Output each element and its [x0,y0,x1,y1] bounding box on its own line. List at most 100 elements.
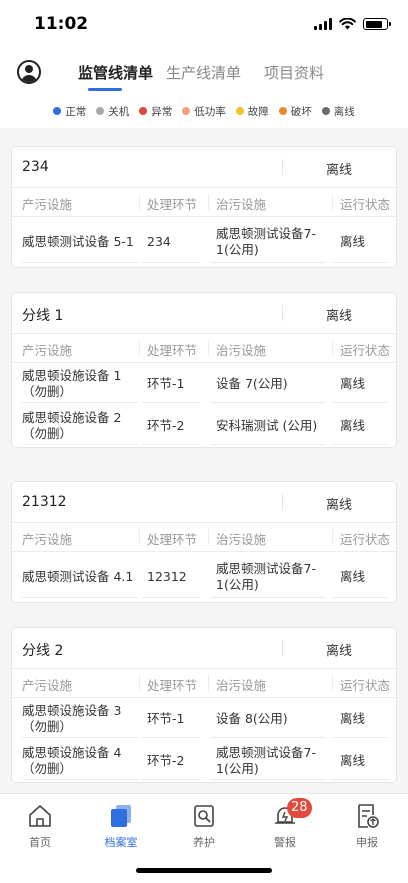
cell-stage: 234 [142,221,200,263]
divider [332,529,333,545]
divider [332,340,333,356]
cell-treatment: 安科瑞测试 (公用) [210,407,326,445]
report-icon [358,804,379,828]
table-row[interactable]: 威思顿设施设备 1（勿删） 环节-1 设备 7(公用) 离线 [12,363,396,405]
header: 监管线清单 生产线清单 项目资料 [0,50,408,94]
table-row[interactable]: 威思顿设施设备 3（勿删） 环节-1 设备 8(公用) 离线 [12,698,396,740]
line-card[interactable]: 分线 1 离线 产污设施 处理环节 治污设施 运行状态 威思顿设施设备 1（勿删… [11,292,397,448]
divider [332,675,333,691]
tabbar-item-report[interactable]: 申报 [337,802,397,850]
cell-stage: 环节-2 [142,407,200,445]
status-icons [314,18,391,30]
tabbar-label: 养护 [193,836,215,849]
legend-label: 离线 [333,105,355,118]
card-title: 21312 [22,494,67,510]
divider [208,675,209,691]
column-header-facility: 产污设施 [22,532,73,547]
cell-facility: 威思顿设施设备 1（勿删） [22,365,138,403]
tabbar-label: 档案室 [104,836,138,849]
legend-dot [182,107,191,115]
divider [282,494,283,510]
cell-state: 离线 [332,221,388,263]
divider [208,529,209,545]
column-headers: 产污设施 处理环节 治污设施 运行状态 [12,188,396,217]
line-card[interactable]: 21312 离线 产污设施 处理环节 治污设施 运行状态 威思顿测试设备 4.1… [11,481,397,603]
card-header: 234 离线 [12,147,396,188]
legend-item-fault: 故障 [235,104,269,119]
tabbar-item-alarm[interactable]: 28 警报 [255,798,315,850]
table-row[interactable]: 威思顿设施设备 4（勿删） 环节-2 威思顿测试设备7-1(公用) 离线 [12,740,396,782]
divider [139,194,140,210]
divider [208,340,209,356]
divider [282,159,283,175]
legend-dot [321,107,330,115]
tab-supervision-list[interactable]: 监管线清单 [78,62,153,83]
table-row[interactable]: 威思顿测试设备 5-1 234 威思顿测试设备7-1(公用) 离线 [12,217,396,267]
column-header-treatment: 治污设施 [216,197,267,212]
legend-label: 异常 [151,105,173,118]
card-header: 分线 2 离线 [12,628,396,669]
cell-stage: 环节-1 [142,700,200,738]
column-header-facility: 产污设施 [22,343,73,358]
column-header-facility: 产污设施 [22,678,73,693]
tabbar-label: 申报 [356,836,378,849]
cell-state: 离线 [332,365,388,403]
legend-dot [53,107,62,115]
card-status: 离线 [326,309,353,324]
cell-treatment: 设备 7(公用) [210,365,326,403]
status-legend: 正常 关机 异常 低功率 故障 破坏 离线 [0,94,408,128]
legend-item-damage: 破坏 [278,104,312,119]
column-header-treatment: 治污设施 [216,532,267,547]
column-header-state: 运行状态 [340,678,391,693]
divider [282,305,283,321]
card-header: 分线 1 离线 [12,293,396,334]
cell-stage: 环节-2 [142,742,200,780]
card-title: 234 [22,159,49,175]
tabbar-item-archive[interactable]: 档案室 [91,802,151,850]
tab-project-docs[interactable]: 项目资料 [264,62,324,83]
cell-facility: 威思顿测试设备 4.1 [22,556,138,598]
alarm-count-badge: 28 [287,798,312,818]
tabbar-item-maintenance[interactable]: 养护 [174,802,234,850]
cell-facility: 威思顿设施设备 3（勿删） [22,700,138,738]
tabbar-item-home[interactable]: 首页 [10,802,70,850]
legend-item-offline: 离线 [321,104,355,119]
card-title: 分线 2 [22,643,64,659]
legend-label: 破坏 [290,105,312,118]
column-headers: 产污设施 处理环节 治污设施 运行状态 [12,669,396,698]
cellular-signal-icon [314,18,332,30]
line-card[interactable]: 234 离线 产污设施 处理环节 治污设施 运行状态 威思顿测试设备 5-1 2… [11,146,397,268]
column-header-stage: 处理环节 [147,343,198,358]
cell-stage: 环节-1 [142,365,200,403]
line-card[interactable]: 分线 2 离线 产污设施 处理环节 治污设施 运行状态 威思顿设施设备 3（勿删… [11,627,397,783]
tab-production-list[interactable]: 生产线清单 [166,62,241,83]
table-row[interactable]: 威思顿设施设备 2（勿删） 环节-2 安科瑞测试 (公用) 离线 [12,405,396,447]
cell-treatment: 设备 8(公用) [210,700,326,738]
cell-state: 离线 [332,556,388,598]
card-status: 离线 [326,163,353,178]
column-header-treatment: 治污设施 [216,678,267,693]
legend-dot [278,107,287,115]
divider [139,675,140,691]
active-tab-indicator [88,88,122,91]
legend-item-abnormal: 异常 [139,104,172,119]
column-header-state: 运行状态 [340,532,391,547]
legend-item-low-power: 低功率 [182,104,226,119]
cell-treatment: 威思顿测试设备7-1(公用) [210,221,326,263]
cell-treatment: 威思顿测试设备7-1(公用) [210,556,326,598]
cell-stage: 12312 [142,556,200,598]
divider [139,529,140,545]
legend-item-shutdown: 关机 [96,104,129,119]
table-row[interactable]: 威思顿测试设备 4.1 12312 威思顿测试设备7-1(公用) 离线 [12,552,396,602]
maintenance-icon [194,805,214,827]
column-header-stage: 处理环节 [147,532,198,547]
legend-dot [139,107,148,115]
cell-facility: 威思顿测试设备 5-1 [22,221,138,263]
status-bar: 11:02 [0,0,408,50]
archive-icon [111,805,131,827]
card-status: 离线 [326,644,353,659]
user-avatar-icon[interactable] [17,60,41,84]
divider [208,194,209,210]
tabbar-label: 首页 [29,836,51,849]
wifi-icon [339,18,356,30]
